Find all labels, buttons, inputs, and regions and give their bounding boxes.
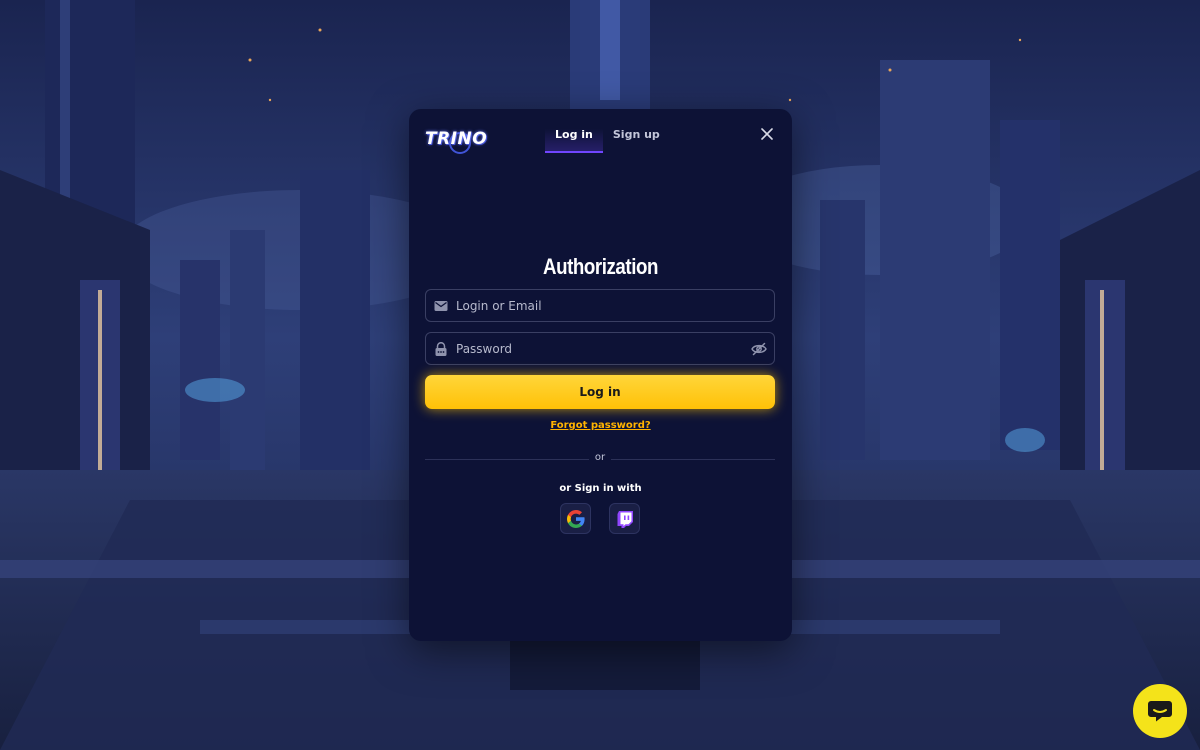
social-signin-label: or Sign in with xyxy=(559,483,642,494)
brand-logo[interactable]: TRINO xyxy=(425,125,488,155)
auth-tabs: Log in Sign up xyxy=(545,119,670,153)
tab-sign-up[interactable]: Sign up xyxy=(603,119,670,153)
envelope-icon xyxy=(434,301,448,311)
auth-modal: TRINO Log in Sign up Authorization Log i xyxy=(409,109,792,641)
eye-slash-icon[interactable] xyxy=(751,342,767,356)
google-icon xyxy=(566,509,585,528)
lock-icon xyxy=(435,342,447,356)
twitch-icon xyxy=(617,510,633,528)
password-field[interactable] xyxy=(425,332,775,365)
twitch-signin-button[interactable] xyxy=(609,503,640,534)
chat-icon xyxy=(1148,701,1172,722)
page-title: Authorization xyxy=(543,254,658,279)
logo-text: TRINO xyxy=(425,129,488,149)
chat-support-button[interactable] xyxy=(1133,684,1187,738)
login-email-input[interactable] xyxy=(456,290,746,321)
close-icon[interactable] xyxy=(759,126,775,142)
divider-label: or xyxy=(589,452,611,463)
login-submit-button[interactable]: Log in xyxy=(425,375,775,409)
login-email-field[interactable] xyxy=(425,289,775,322)
tab-log-in[interactable]: Log in xyxy=(545,119,603,153)
password-input[interactable] xyxy=(456,333,746,364)
google-signin-button[interactable] xyxy=(560,503,591,534)
forgot-password-link[interactable]: Forgot password? xyxy=(409,420,792,431)
